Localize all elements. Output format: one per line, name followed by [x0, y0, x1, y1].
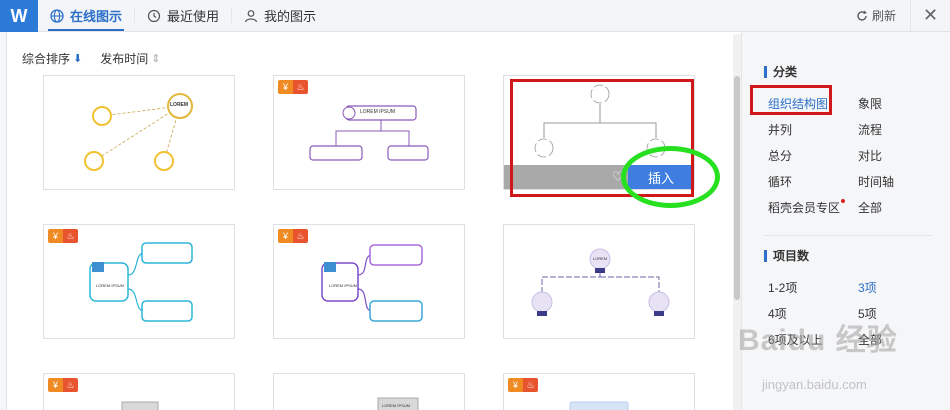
template-card-hovered[interactable]: ♡ 插入 — [503, 75, 695, 190]
category-parallel[interactable]: 并列 — [768, 121, 792, 138]
count-6-plus[interactable]: 6项及以上 — [768, 331, 823, 348]
template-card[interactable]: LOREM — [43, 75, 235, 190]
sort-date-label: 发布时间 — [100, 52, 149, 66]
diagram-thumbnail — [377, 397, 419, 410]
bulb-diagram-thumbnail — [531, 248, 670, 316]
count-4[interactable]: 4项 — [768, 305, 787, 322]
top-bar: 在线图示 最近使用 我的图示 刷新 ✕ — [38, 0, 950, 32]
tab-online-diagrams[interactable]: 在线图示 — [38, 0, 134, 31]
org-chart-thumbnail — [309, 105, 429, 161]
refresh-icon — [857, 10, 867, 21]
template-card[interactable]: ¥ ♨ LOREM IPSUM — [273, 224, 465, 339]
app-logo: W — [0, 0, 38, 32]
history-icon — [147, 9, 161, 22]
tab-label: 我的图示 — [264, 9, 317, 24]
refresh-button[interactable]: 刷新 — [842, 7, 910, 24]
arrow-down-icon: ⬇ — [73, 53, 83, 65]
filter-panel: 分类 组织结构图 象限 并列 流程 总分 对比 循环 时间轴 稻壳会员专区 全部… — [741, 32, 950, 410]
insert-button[interactable]: 插入 — [628, 165, 694, 189]
category-org-chart[interactable]: 组织结构图 — [768, 95, 828, 112]
branch-diagram-thumbnail — [89, 242, 193, 322]
category-compare[interactable]: 对比 — [858, 147, 882, 164]
category-cycle[interactable]: 循环 — [768, 173, 792, 190]
template-card[interactable]: LOREM — [503, 224, 695, 339]
new-dot-icon — [841, 199, 846, 203]
category-all[interactable]: 全部 — [858, 199, 882, 216]
count-5[interactable]: 5项 — [858, 305, 877, 322]
tab-recent[interactable]: 最近使用 — [135, 0, 231, 31]
heart-icon[interactable]: ♡ — [608, 167, 628, 187]
template-card[interactable]: ¥ ♨ — [503, 373, 695, 410]
close-button[interactable]: ✕ — [910, 0, 950, 32]
user-icon — [244, 9, 258, 22]
tab-label: 最近使用 — [167, 9, 220, 24]
category-vip-zone[interactable]: 稻壳会员专区 — [768, 199, 846, 216]
app-sidebar-strip — [0, 0, 7, 410]
branch-diagram-thumbnail — [321, 244, 423, 322]
refresh-label: 刷新 — [871, 9, 896, 23]
node-label: LOREM — [593, 256, 608, 261]
item-count-title: 项目数 — [764, 247, 809, 264]
count-3[interactable]: 3项 — [858, 279, 877, 296]
radial-diagram-thumbnail — [84, 93, 193, 171]
tab-my-diagrams[interactable]: 我的图示 — [232, 0, 328, 31]
template-card[interactable]: LOREM IPSUM — [273, 373, 465, 410]
template-card[interactable]: ¥ ♨ — [43, 373, 235, 410]
diagram-thumbnail — [569, 401, 629, 410]
node-label: LOREM IPSUM — [96, 283, 125, 288]
sort-composite-button[interactable]: 综合排序 ⬇ — [22, 50, 82, 67]
count-1-2[interactable]: 1-2项 — [768, 279, 797, 296]
node-label: LOREM IPSUM — [329, 283, 358, 288]
diagram-thumbnail — [121, 401, 159, 410]
category-flow[interactable]: 流程 — [858, 121, 882, 138]
category-hierarchy[interactable]: 总分 — [768, 147, 792, 164]
category-timeline[interactable]: 时间轴 — [858, 173, 894, 190]
sort-bar: 综合排序 ⬇ 发布时间 ⇕ — [22, 50, 160, 67]
globe-icon — [50, 8, 64, 23]
section-divider — [764, 235, 932, 236]
category-title: 分类 — [764, 63, 797, 80]
count-all[interactable]: 全部 — [858, 331, 882, 348]
template-card[interactable]: ¥ ♨ LOREM IPSUM — [273, 75, 465, 190]
node-label: LOREM IPSUM — [360, 109, 396, 115]
sort-date-button[interactable]: 发布时间 ⇕ — [100, 50, 160, 67]
card-action-bar: ♡ 插入 — [504, 165, 694, 189]
sort-toggle-icon: ⇕ — [151, 53, 161, 65]
node-label: LOREM IPSUM — [382, 403, 411, 408]
scrollbar-thumb[interactable] — [734, 76, 740, 300]
template-card[interactable]: ¥ ♨ LOREM IPSUM — [43, 224, 235, 339]
tab-label: 在线图示 — [70, 9, 123, 24]
sort-composite-label: 综合排序 — [22, 52, 71, 66]
category-quadrant[interactable]: 象限 — [858, 95, 882, 112]
node-label: LOREM — [170, 102, 189, 108]
